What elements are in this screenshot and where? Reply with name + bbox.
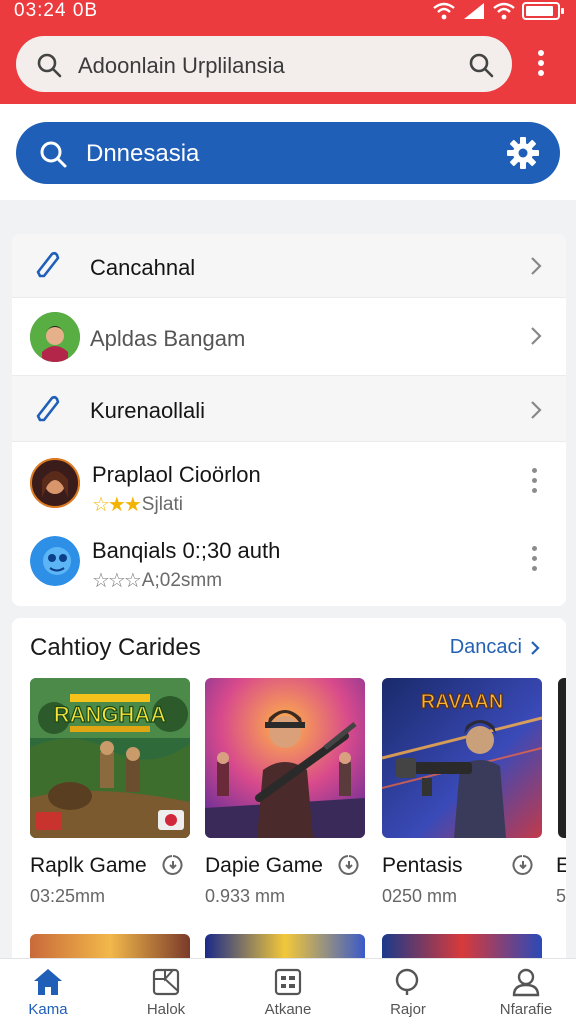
home-icon <box>34 969 62 995</box>
game-size: 5 <box>556 886 566 906</box>
primary-search-bar[interactable]: Dnnesasia <box>16 122 560 184</box>
app-list-item[interactable]: Praplaol Cioörlon ☆★★ Sjlati <box>12 442 566 522</box>
search-icon <box>37 53 62 78</box>
app-icon <box>30 458 80 508</box>
app-rating: ☆★★ Sjlati <box>92 492 183 517</box>
wifi-icon <box>493 2 515 20</box>
nav-item-home[interactable]: Kama <box>0 967 98 1023</box>
game-art-title: RANGHAA <box>54 702 167 727</box>
game-thumbnail[interactable] <box>558 678 566 838</box>
rating-stars: ☆★★ <box>92 494 142 516</box>
nav-label: Atkane <box>264 1001 312 1018</box>
top-search-bar[interactable]: Adoonlain Urplilansia <box>16 36 512 92</box>
game-size: 03:25mm <box>30 886 106 906</box>
menu-list-card: Cancahnal Apldas Bangam Kurenaollali Pra… <box>12 234 566 606</box>
app-header: 03:24 0B Adoonlain Urplilansia <box>0 0 576 104</box>
game-name: E <box>556 854 566 877</box>
edit-icon <box>36 395 60 422</box>
chevron-right-icon <box>531 327 542 345</box>
game-thumbnail[interactable] <box>205 678 365 838</box>
game-name: Dapie Game <box>205 854 323 877</box>
app-title: Banqials 0:;30 auth <box>92 538 281 563</box>
primary-search-text: Dnnesasia <box>86 140 200 167</box>
profile-icon <box>512 968 540 997</box>
top-search-placeholder: Adoonlain Urplilansia <box>78 53 285 78</box>
list-item[interactable]: Kurenaollali <box>12 376 566 442</box>
game-size: 0250 mm <box>382 886 458 906</box>
game-name: Raplk Game <box>30 854 147 877</box>
see-more-link[interactable]: Dancaci <box>450 636 540 659</box>
rating-stars: ☆☆☆ <box>92 570 142 592</box>
section-title: Cahtioy Carides <box>30 634 201 661</box>
nav-label: Halok <box>146 1001 186 1018</box>
search-icon <box>40 141 67 168</box>
app-rating: ☆☆☆ A;02smm <box>92 568 222 593</box>
status-time: 03:24 0B <box>14 0 99 21</box>
list-item-label: Cancahnal <box>90 255 196 280</box>
list-item[interactable]: Apldas Bangam <box>12 298 566 376</box>
see-more-label: Dancaci <box>449 636 522 658</box>
download-icon[interactable] <box>512 854 534 876</box>
game-size: 0.933 mm <box>205 886 286 906</box>
nav-label: Kama <box>28 1001 68 1018</box>
avatar <box>30 312 80 362</box>
search-icon[interactable] <box>468 52 494 78</box>
game-thumbnail[interactable]: RANGHAA <box>30 678 190 838</box>
bottom-nav: Kama Halok Atkane Rajor Nfarafie <box>0 958 576 1024</box>
battery-level <box>526 6 553 16</box>
chevron-right-icon <box>531 640 540 655</box>
status-bar: 03:24 0B <box>0 0 576 24</box>
nav-item-profile[interactable]: Nfarafie <box>476 967 576 1023</box>
game-name: Pentasis <box>382 854 463 877</box>
list-item-label: Apldas Bangam <box>90 326 246 351</box>
gear-icon[interactable] <box>506 136 540 170</box>
games-section-card: Cahtioy Carides Dancaci RANGHAA Raplk Ga… <box>12 618 566 968</box>
wifi-icon <box>433 2 455 20</box>
app-list-item[interactable]: Banqials 0:;30 auth ☆☆☆ A;02smm <box>12 522 566 606</box>
game-art-title: RAVAAN <box>421 691 504 713</box>
download-icon[interactable] <box>162 854 184 876</box>
more-vertical-icon[interactable] <box>530 468 538 498</box>
map-icon <box>152 968 180 996</box>
battery-icon <box>522 2 564 20</box>
nav-label: Nfarafie <box>499 1001 553 1018</box>
status-icons <box>432 0 564 22</box>
app-icon <box>30 536 80 586</box>
grid-icon <box>274 968 302 996</box>
chevron-right-icon <box>531 401 542 419</box>
nav-item-grid[interactable]: Atkane <box>238 967 338 1023</box>
download-icon[interactable] <box>338 854 360 876</box>
more-vertical-icon[interactable] <box>530 546 538 576</box>
list-item-label: Kurenaollali <box>90 398 205 423</box>
rating-text: A;02smm <box>141 569 223 591</box>
search-icon <box>395 968 419 995</box>
signal-icon <box>464 3 484 19</box>
rating-text: Sjlati <box>141 493 183 515</box>
app-title: Praplaol Cioörlon <box>92 462 261 487</box>
nav-item-search[interactable]: Rajor <box>358 967 458 1023</box>
game-thumbnail[interactable]: RAVAAN <box>382 678 542 838</box>
more-vertical-icon[interactable] <box>530 48 552 80</box>
nav-item-map[interactable]: Halok <box>116 967 216 1023</box>
edit-icon <box>36 251 60 278</box>
list-item[interactable]: Cancahnal <box>12 234 566 298</box>
chevron-right-icon <box>531 257 542 275</box>
nav-label: Rajor <box>390 1001 426 1018</box>
